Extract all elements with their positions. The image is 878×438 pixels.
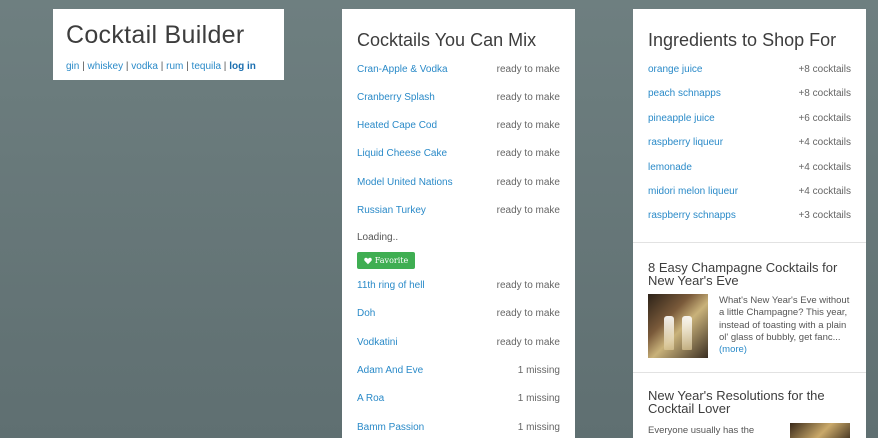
cocktail-name[interactable]: A Roa	[357, 393, 384, 404]
login-link[interactable]: log in	[229, 61, 256, 72]
ingredient-count: +4 cocktails	[798, 186, 851, 197]
login-label: log in	[229, 61, 256, 72]
ingredient-name[interactable]: lemonade	[648, 162, 692, 173]
cocktail-status: 1 missing	[517, 422, 560, 433]
cocktail-row[interactable]: Doh ready to make	[357, 308, 560, 324]
cocktail-row[interactable]: Liquid Cheese Cake ready to make	[357, 148, 560, 164]
mix-panel: Cocktails You Can Mix Cran-Apple & Vodka…	[342, 9, 575, 438]
ingredient-row[interactable]: raspberry schnapps +3 cocktails	[648, 210, 851, 226]
cocktail-status: ready to make	[496, 308, 560, 319]
cocktail-name[interactable]: 11th ring of hell	[357, 280, 425, 291]
site-title[interactable]: Cocktail Builder	[66, 21, 244, 50]
cocktail-name[interactable]: Adam And Eve	[357, 365, 423, 376]
article-excerpt: What's New Year's Eve without a little C…	[719, 295, 855, 356]
cocktail-row[interactable]: Heated Cape Cod ready to make	[357, 120, 560, 136]
article-excerpt-text: What's New Year's Eve without a little C…	[719, 295, 850, 343]
ingredient-count: +4 cocktails	[798, 162, 851, 173]
ingredient-count: +6 cocktails	[798, 113, 851, 124]
cocktail-row[interactable]: Model United Nations ready to make	[357, 177, 560, 193]
ingredient-name[interactable]: peach schnapps	[648, 88, 721, 99]
nav-separator: |	[125, 61, 129, 72]
cocktail-name[interactable]: Heated Cape Cod	[357, 120, 437, 131]
cocktail-row[interactable]: Vodkatini ready to make	[357, 337, 560, 353]
cocktail-row[interactable]: Bamm Passion 1 missing	[357, 422, 560, 438]
spirit-nav: gin | whiskey | vodka | rum | tequila | …	[66, 61, 256, 72]
divider	[633, 372, 866, 373]
ingredient-name[interactable]: midori melon liqueur	[648, 186, 738, 197]
cocktail-name[interactable]: Doh	[357, 308, 375, 319]
nav-tequila[interactable]: tequila	[192, 61, 221, 72]
shop-title: Ingredients to Shop For	[648, 30, 837, 50]
cocktail-name[interactable]: Liquid Cheese Cake	[357, 148, 447, 159]
divider	[633, 242, 866, 243]
glass-shape	[682, 316, 692, 350]
cocktail-status: ready to make	[496, 177, 560, 188]
nav-separator: |	[223, 61, 227, 72]
cocktail-status: ready to make	[496, 280, 560, 291]
cocktail-row[interactable]: A Roa 1 missing	[357, 393, 560, 409]
cocktail-status: 1 missing	[517, 393, 560, 404]
nav-separator: |	[160, 61, 164, 72]
favorite-button[interactable]: Favorite	[357, 252, 415, 269]
favorite-label: Favorite	[374, 256, 409, 265]
ingredient-row[interactable]: midori melon liqueur +4 cocktails	[648, 186, 851, 202]
champagne-image[interactable]	[648, 294, 708, 358]
heart-icon	[363, 257, 372, 264]
nav-vodka[interactable]: vodka	[131, 61, 158, 72]
cocktail-status: ready to make	[496, 92, 560, 103]
ingredient-count: +4 cocktails	[798, 137, 851, 148]
cocktail-status: 1 missing	[517, 365, 560, 376]
brand-panel: Cocktail Builder gin | whiskey | vodka |…	[53, 9, 284, 80]
mix-title: Cocktails You Can Mix	[357, 30, 537, 50]
ingredient-row[interactable]: orange juice +8 cocktails	[648, 64, 851, 80]
nav-separator: |	[82, 61, 85, 72]
ingredient-count: +8 cocktails	[798, 64, 851, 75]
nav-gin[interactable]: gin	[66, 61, 79, 72]
cocktail-name[interactable]: Cran-Apple & Vodka	[357, 64, 448, 75]
article-image[interactable]	[790, 423, 850, 438]
cocktail-name[interactable]: Bamm Passion	[357, 422, 424, 433]
cocktail-status: ready to make	[496, 205, 560, 216]
ingredient-row[interactable]: pineapple juice +6 cocktails	[648, 113, 851, 129]
ingredient-count: +3 cocktails	[798, 210, 851, 221]
cocktail-name[interactable]: Russian Turkey	[357, 205, 426, 216]
cocktail-status: ready to make	[496, 337, 560, 348]
cocktail-name[interactable]: Vodkatini	[357, 337, 398, 348]
ingredient-name[interactable]: raspberry liqueur	[648, 137, 723, 148]
ingredient-row[interactable]: lemonade +4 cocktails	[648, 162, 851, 178]
cocktail-name[interactable]: Model United Nations	[357, 177, 453, 188]
cocktail-row[interactable]: Russian Turkey ready to make	[357, 205, 560, 221]
loading-text: Loading..	[357, 232, 399, 243]
article-title[interactable]: New Year's Resolutions for the Cocktail …	[648, 389, 853, 415]
cocktail-status: ready to make	[496, 64, 560, 75]
cocktail-row[interactable]: Adam And Eve 1 missing	[357, 365, 560, 381]
cocktail-name[interactable]: Cranberry Splash	[357, 92, 435, 103]
ingredient-row[interactable]: peach schnapps +8 cocktails	[648, 88, 851, 104]
article-title[interactable]: 8 Easy Champagne Cocktails for New Year'…	[648, 261, 853, 287]
cocktail-row[interactable]: Cran-Apple & Vodka ready to make	[357, 64, 560, 80]
ingredient-name[interactable]: raspberry schnapps	[648, 210, 736, 221]
nav-separator: |	[186, 61, 189, 72]
ingredient-name[interactable]: orange juice	[648, 64, 702, 75]
cocktail-row[interactable]: Cranberry Splash ready to make	[357, 92, 560, 108]
more-link[interactable]: (more)	[719, 344, 747, 355]
glass-shape	[664, 316, 674, 350]
article-excerpt: Everyone usually has the	[648, 425, 755, 436]
shop-panel: Ingredients to Shop For orange juice +8 …	[633, 9, 866, 438]
cocktail-status: ready to make	[496, 120, 560, 131]
cocktail-row[interactable]: 11th ring of hell ready to make	[357, 280, 560, 296]
cocktail-status: ready to make	[496, 148, 560, 159]
ingredient-name[interactable]: pineapple juice	[648, 113, 715, 124]
nav-whiskey[interactable]: whiskey	[88, 61, 124, 72]
ingredient-row[interactable]: raspberry liqueur +4 cocktails	[648, 137, 851, 153]
ingredient-count: +8 cocktails	[798, 88, 851, 99]
nav-rum[interactable]: rum	[166, 61, 183, 72]
